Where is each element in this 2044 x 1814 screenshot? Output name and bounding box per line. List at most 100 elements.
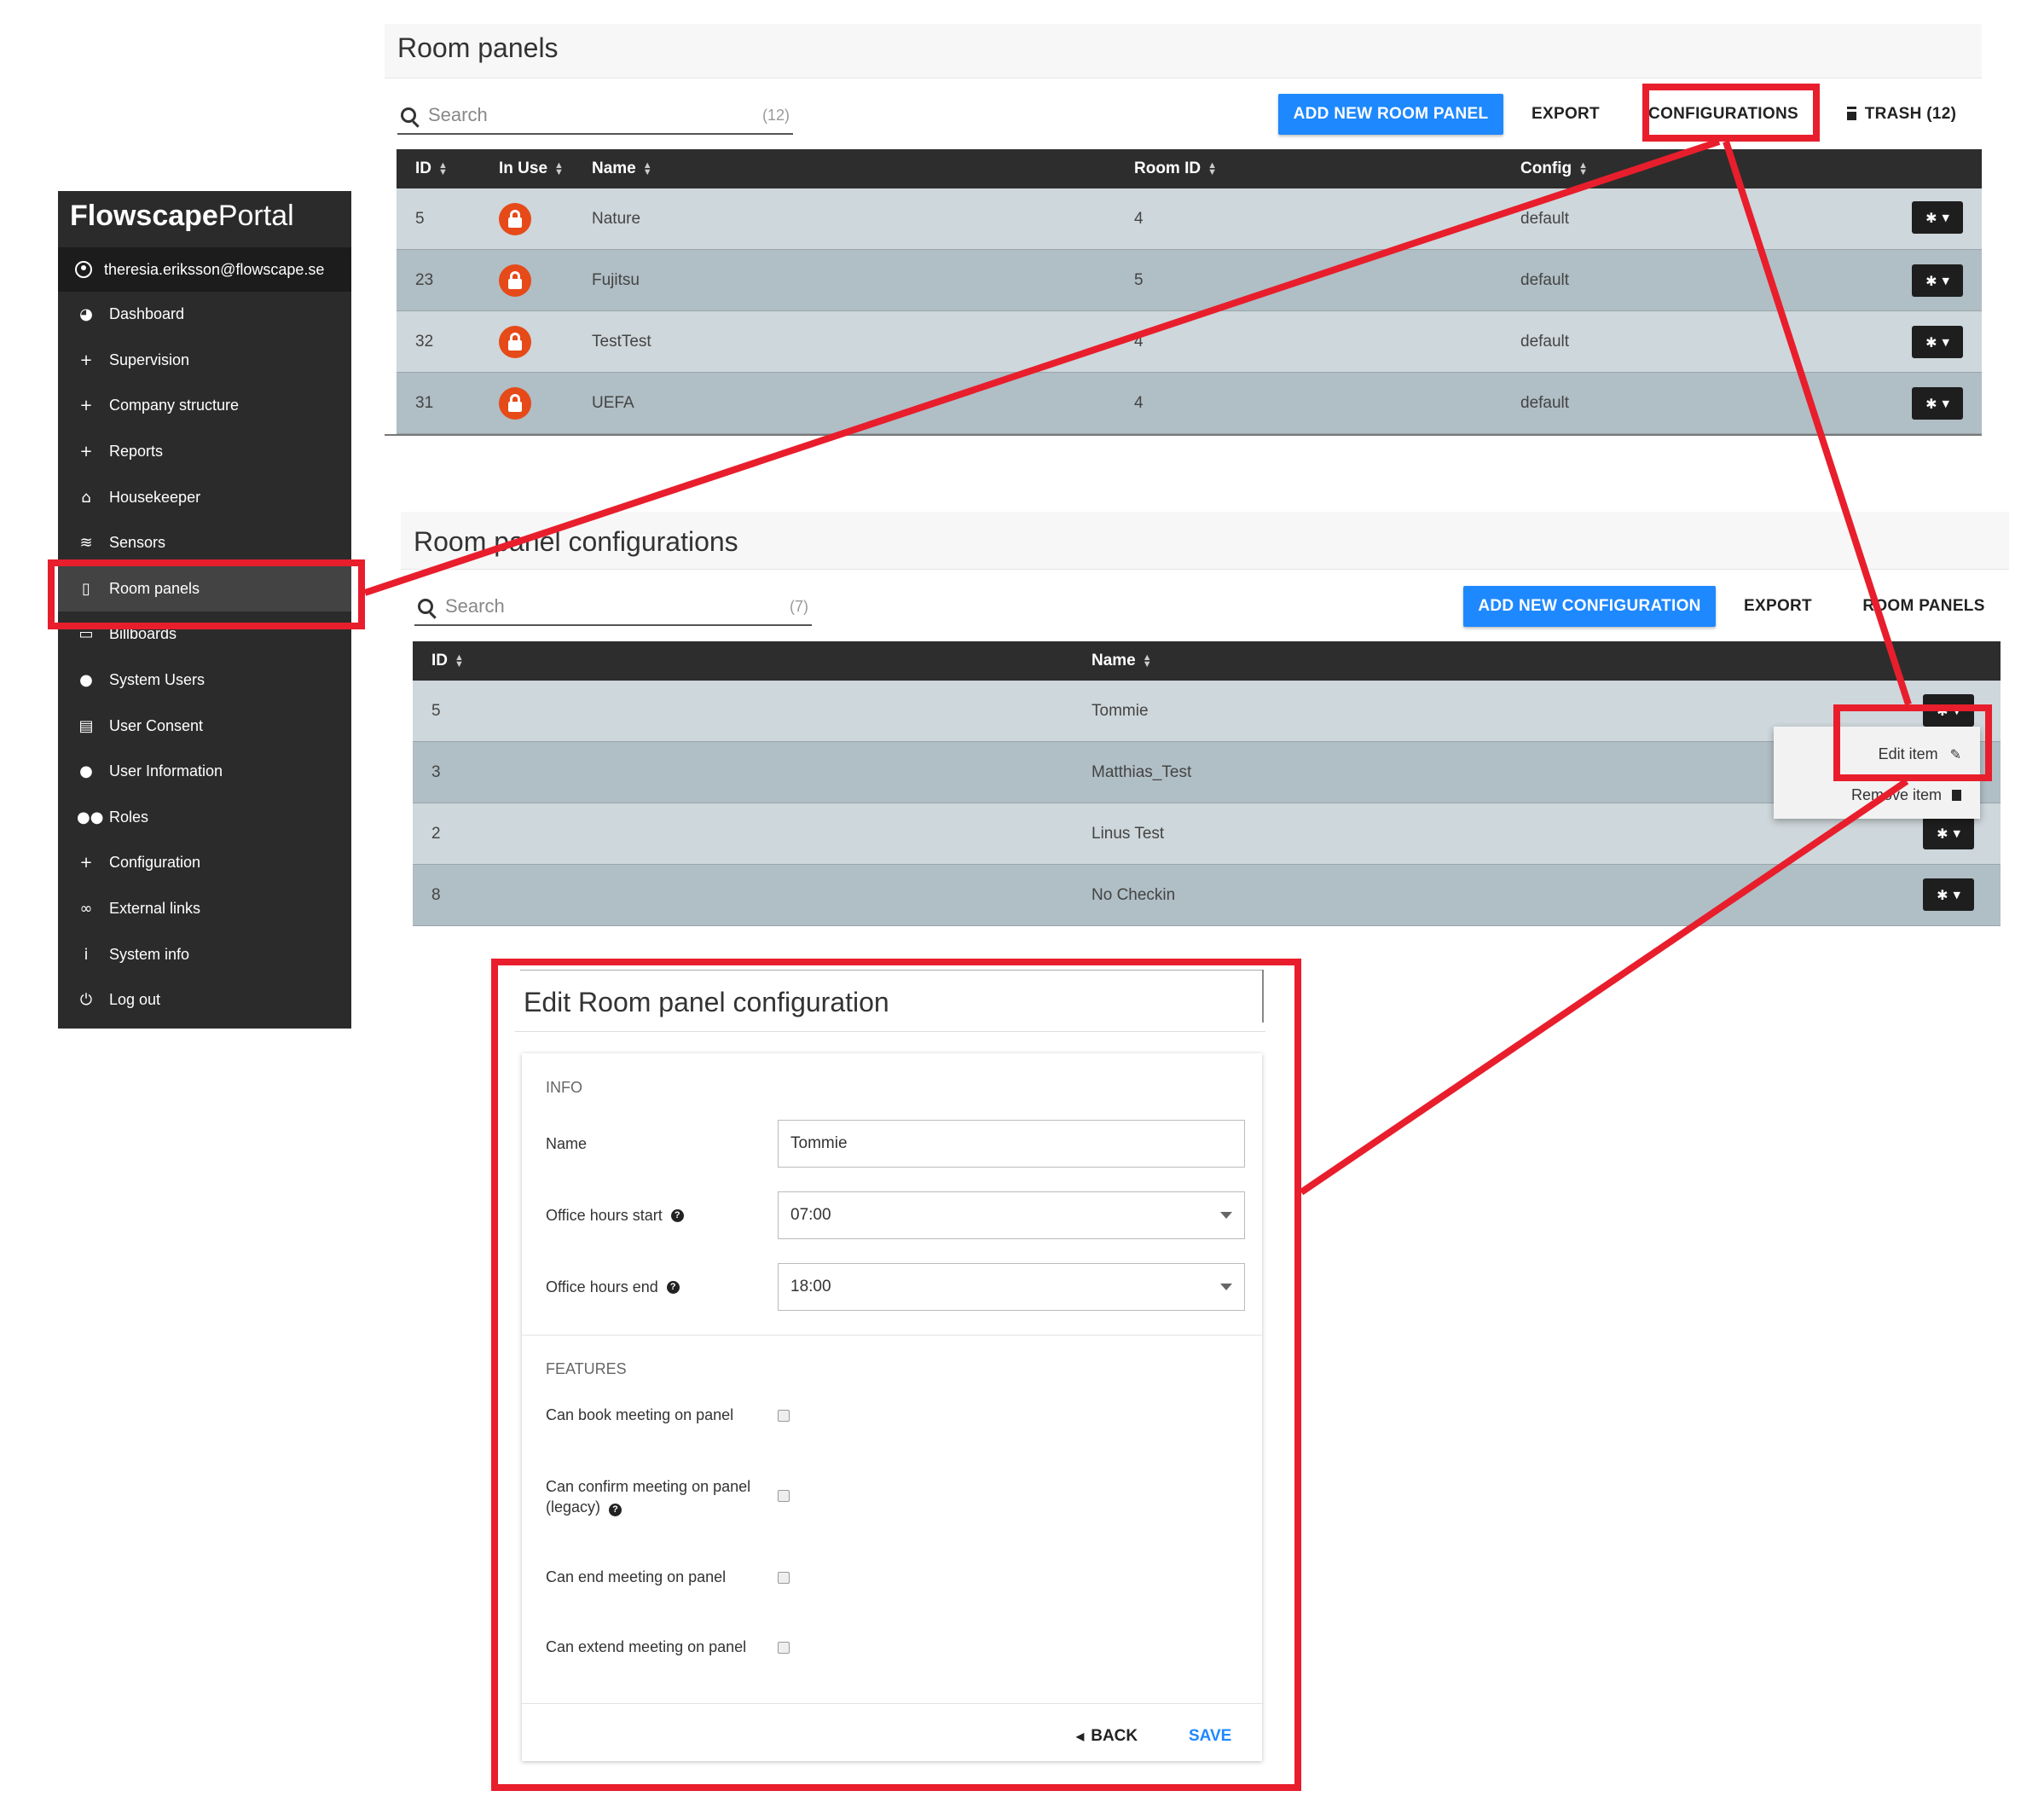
row-name: UEFA [592, 393, 634, 412]
table-row[interactable]: 3 Matthias_Test [413, 742, 2001, 803]
configurations-title: Room panel configurations [414, 526, 738, 557]
column-header-name[interactable]: Name ▲ ▼ [1091, 641, 1152, 681]
column-header-id[interactable]: ID ▲ ▼ [431, 641, 464, 681]
info-icon: i [84, 945, 89, 964]
sidebar-item-label: Supervision [109, 351, 190, 368]
in-use-lock-icon [499, 250, 531, 310]
user-email: theresia.eriksson@flowscape.se [104, 260, 325, 278]
plus-icon: + [79, 443, 93, 461]
sidebar-item-system-users[interactable]: ● System Users [58, 658, 351, 704]
row-id: 2 [431, 824, 441, 843]
sidebar-nav: ◕ Dashboard + Supervision + Company structure… [58, 292, 351, 1023]
highlight-box-edit-item [1833, 704, 1992, 781]
row-config: default [1520, 393, 1570, 412]
row-name: TestTest [592, 332, 651, 351]
sidebar-item-supervision[interactable]: + Supervision [58, 338, 351, 384]
table-row[interactable]: 2 Linus Test [413, 803, 2001, 865]
users-icon: ●● [77, 808, 104, 826]
room-panels-header [385, 24, 1982, 78]
remove-item-menu-item[interactable]: Remove item [1851, 779, 1961, 810]
search-result-count: (12) [761, 106, 790, 124]
sidebar-item-company-structure[interactable]: + Company structure [58, 383, 351, 429]
room-panels-search[interactable]: Search (12) [397, 97, 793, 135]
sidebar-item-label: Housekeeper [109, 488, 201, 506]
column-header-in-use[interactable]: In Use ▲ ▼ [499, 149, 564, 188]
row-name: Matthias_Test [1091, 762, 1192, 781]
table-row[interactable]: 23 Fujitsu 5 default [397, 250, 1982, 311]
remove-item-label: Remove item [1850, 785, 1942, 803]
row-actions-button[interactable]: ✱ ▼ [1923, 878, 1974, 911]
row-actions-button[interactable]: ✱ ▼ [1912, 201, 1963, 234]
row-id: 8 [431, 885, 441, 904]
row-room-id: 4 [1134, 332, 1144, 351]
configurations-export-button[interactable]: EXPORT [1727, 586, 1829, 627]
add-configuration-button[interactable]: ADD NEW CONFIGURATION [1463, 586, 1716, 627]
sidebar-item-configuration[interactable]: + Configuration [58, 840, 351, 886]
sidebar-item-user-information[interactable]: ● User Information [58, 749, 351, 795]
sidebar-item-log-out[interactable]: ⏻ Log out [58, 977, 351, 1023]
sidebar-item-reports[interactable]: + Reports [58, 429, 351, 475]
sidebar-item-user-consent[interactable]: ▤ User Consent [58, 703, 351, 749]
row-id: 3 [431, 762, 441, 781]
row-name: Linus Test [1091, 824, 1165, 843]
trash-button[interactable]: TRASH (12) [1833, 94, 1970, 135]
caret-down-icon: ▼ [1953, 889, 1960, 901]
plus-icon: + [79, 397, 93, 415]
sidebar-item-housekeeper[interactable]: ⌂ Housekeeper [58, 474, 351, 520]
sidebar-item-label: Dashboard [109, 305, 185, 323]
brand-logo: FlowscapePortal [58, 191, 351, 247]
row-room-id: 4 [1134, 393, 1144, 412]
sidebar-item-label: User Consent [109, 716, 204, 734]
caret-down-icon: ▼ [1942, 336, 1949, 348]
row-actions-button[interactable]: ✱ ▼ [1912, 264, 1963, 297]
gear-icon: ✱ [1937, 825, 1948, 842]
add-room-panel-button[interactable]: ADD NEW ROOM PANEL [1278, 94, 1503, 135]
column-header-name[interactable]: Name ▲ ▼ [592, 149, 652, 188]
gear-icon: ✱ [1937, 886, 1948, 903]
column-header-id[interactable]: ID ▲ ▼ [415, 149, 448, 188]
user-account[interactable]: theresia.eriksson@flowscape.se [58, 247, 351, 292]
row-name: Nature [592, 209, 641, 228]
gear-icon: ✱ [1925, 333, 1937, 351]
sidebar-item-dashboard[interactable]: ◕ Dashboard [58, 292, 351, 338]
highlight-box-edit-form [491, 959, 1301, 1791]
sidebar-item-label: Reports [109, 443, 164, 461]
wifi-icon: ≋ [79, 534, 93, 553]
trash-icon [1846, 108, 1856, 120]
row-name: Fujitsu [592, 270, 640, 289]
sort-icon: ▲ ▼ [1578, 160, 1589, 177]
row-config: default [1520, 209, 1570, 228]
row-id: 23 [415, 270, 434, 289]
sidebar-item-label: Configuration [109, 854, 201, 872]
power-icon: ⏻ [79, 991, 93, 1010]
room-panels-button[interactable]: ROOM PANELS [1850, 586, 1997, 627]
user-icon: ● [79, 671, 93, 690]
row-id: 32 [415, 332, 434, 351]
sort-icon: ▲ ▼ [1142, 652, 1152, 669]
table-row[interactable]: 5 Tommie [413, 681, 2001, 742]
room-panels-export-button[interactable]: EXPORT [1514, 94, 1617, 135]
column-header-config[interactable]: Config ▲ ▼ [1520, 149, 1588, 188]
user-icon: ● [79, 762, 93, 781]
row-actions-button[interactable]: ✱ ▼ [1923, 817, 1974, 849]
sidebar-item-label: Log out [109, 991, 161, 1009]
caret-down-icon: ▼ [1942, 397, 1949, 409]
highlight-box-room-panels-nav [48, 559, 365, 629]
table-row[interactable]: 5 Nature 4 default [397, 188, 1982, 250]
table-row[interactable]: 8 No Checkin [413, 865, 2001, 926]
plus-icon: + [79, 351, 93, 369]
table-row[interactable]: 32 TestTest 4 default [397, 311, 1982, 373]
search-placeholder: Search [445, 595, 505, 617]
row-actions-button[interactable]: ✱ ▼ [1912, 387, 1963, 420]
search-result-count: (7) [790, 597, 808, 615]
search-icon [401, 107, 416, 123]
configurations-search[interactable]: Search (7) [414, 588, 812, 626]
sidebar-item-label: System info [109, 945, 190, 963]
table-row[interactable]: 31 UEFA 4 default [397, 373, 1982, 434]
sidebar-item-roles[interactable]: ●● Roles [58, 795, 351, 841]
sidebar-item-external-links[interactable]: ∞ External links [58, 886, 351, 932]
row-actions-button[interactable]: ✱ ▼ [1912, 326, 1963, 358]
gear-icon: ✱ [1925, 209, 1937, 226]
sidebar-item-system-info[interactable]: i System info [58, 931, 351, 977]
column-header-room-id[interactable]: Room ID ▲ ▼ [1134, 149, 1217, 188]
